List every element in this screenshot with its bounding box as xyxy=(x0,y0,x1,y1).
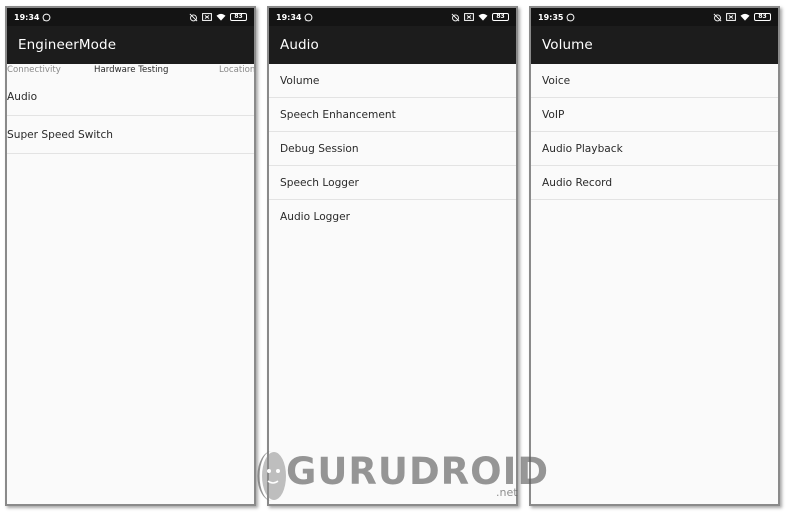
list-item-audio-logger[interactable]: Audio Logger xyxy=(269,200,516,234)
list-item-audio-playback[interactable]: Audio Playback xyxy=(531,132,778,166)
screen-audio: 19:34 83 Audio Volume Speech Enhancement… xyxy=(267,6,518,506)
alarm-off-icon xyxy=(451,13,460,22)
whatsapp-icon xyxy=(42,13,51,22)
whatsapp-icon xyxy=(304,13,313,22)
status-bar: 19:35 83 xyxy=(531,8,778,26)
status-bar: 19:34 83 xyxy=(269,8,516,26)
battery-icon: 83 xyxy=(492,13,509,21)
wifi-icon xyxy=(216,13,226,21)
menu-list: Audio Super Speed Switch xyxy=(7,78,254,154)
list-item-audio-record[interactable]: Audio Record xyxy=(531,166,778,200)
status-time: 19:34 xyxy=(276,12,302,22)
list-item-voice[interactable]: Voice xyxy=(531,64,778,98)
page-title: Audio xyxy=(280,37,319,53)
wifi-icon xyxy=(478,13,488,21)
alarm-off-icon xyxy=(713,13,722,22)
tab-bar: Connectivity Hardware Testing Location xyxy=(7,64,254,78)
list-item-super-speed-switch[interactable]: Super Speed Switch xyxy=(7,116,254,154)
screen-volume: 19:35 83 Volume Voice VoIP Audio Playbac… xyxy=(529,6,780,506)
list-item-speech-logger[interactable]: Speech Logger xyxy=(269,166,516,200)
screen-cast-icon xyxy=(726,13,736,21)
list-item-volume[interactable]: Volume xyxy=(269,64,516,98)
battery-icon: 83 xyxy=(230,13,247,21)
status-time: 19:34 xyxy=(14,12,40,22)
status-time: 19:35 xyxy=(538,12,564,22)
app-bar: Audio xyxy=(269,26,516,64)
battery-icon: 83 xyxy=(754,13,771,21)
tab-location[interactable]: Location xyxy=(219,65,254,75)
screen-cast-icon xyxy=(464,13,474,21)
screen-engineermode: 19:34 83 EngineerMode Connectivity Hardw… xyxy=(5,6,256,506)
whatsapp-icon xyxy=(566,13,575,22)
tab-hardware-testing[interactable]: Hardware Testing xyxy=(94,65,168,75)
list-item-debug-session[interactable]: Debug Session xyxy=(269,132,516,166)
list-item-voip[interactable]: VoIP xyxy=(531,98,778,132)
alarm-off-icon xyxy=(189,13,198,22)
list-item-speech-enhancement[interactable]: Speech Enhancement xyxy=(269,98,516,132)
screen-cast-icon xyxy=(202,13,212,21)
list-item-audio[interactable]: Audio xyxy=(7,78,254,116)
page-title: Volume xyxy=(542,37,593,53)
app-bar: Volume xyxy=(531,26,778,64)
wifi-icon xyxy=(740,13,750,21)
tab-connectivity[interactable]: Connectivity xyxy=(7,65,61,75)
menu-list: Volume Speech Enhancement Debug Session … xyxy=(269,64,516,234)
page-title: EngineerMode xyxy=(18,37,117,53)
menu-list: Voice VoIP Audio Playback Audio Record xyxy=(531,64,778,200)
app-bar: EngineerMode xyxy=(7,26,254,64)
status-bar: 19:34 83 xyxy=(7,8,254,26)
